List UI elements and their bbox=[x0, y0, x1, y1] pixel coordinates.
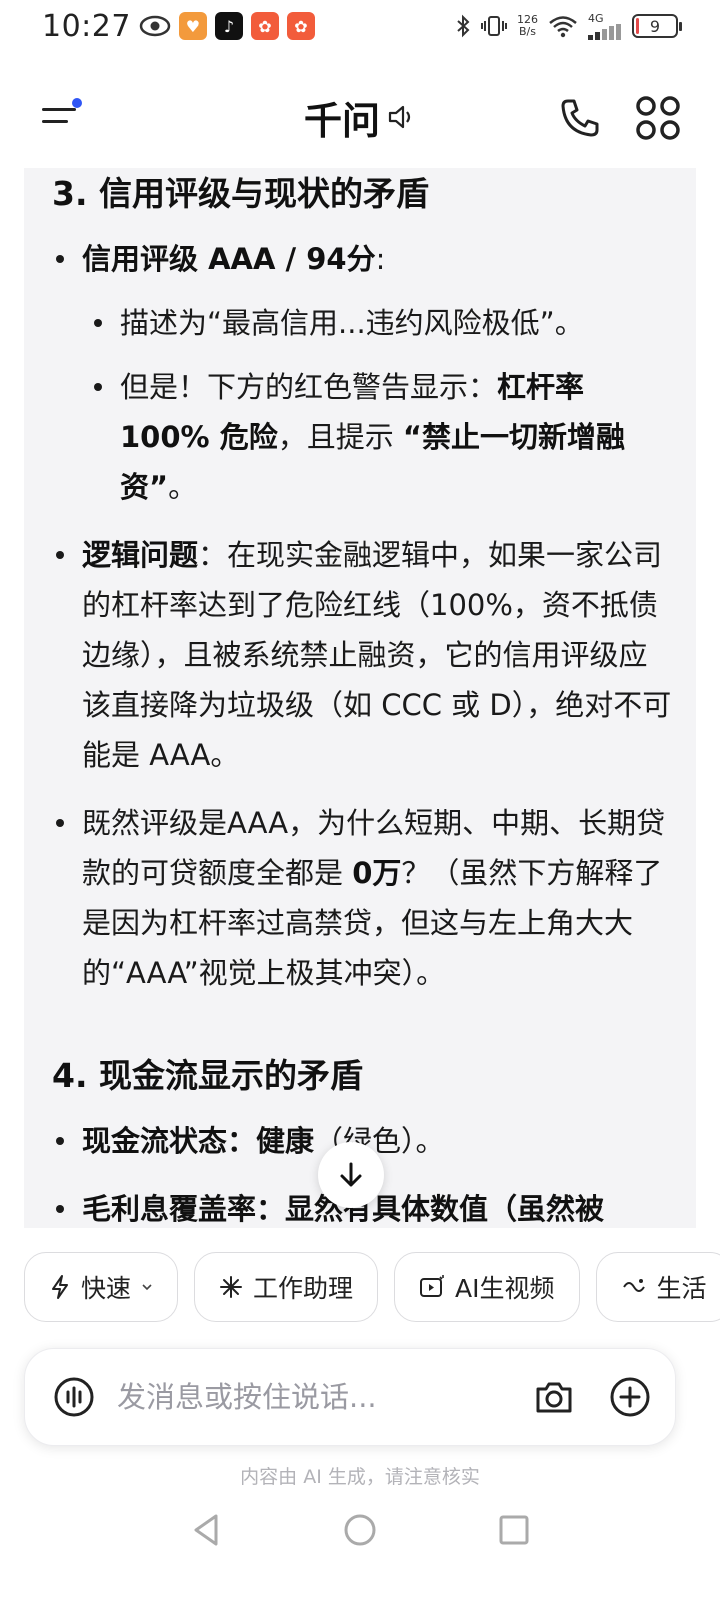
battery-level: 9 bbox=[649, 16, 661, 36]
sub-bullet-list: 描述为“最高信用...违约风险极低”。 但是！下方的红色警告显示：杠杆率 100… bbox=[90, 298, 674, 512]
menu-icon-line bbox=[42, 108, 76, 111]
bold-text: 0万 bbox=[352, 856, 402, 890]
title-wrap[interactable]: 千问 bbox=[304, 90, 416, 145]
chip-life[interactable]: 生活 bbox=[595, 1252, 720, 1322]
vibrate-icon bbox=[481, 16, 507, 36]
notification-dot bbox=[72, 98, 82, 108]
section-heading: 3. 信用评级与现状的矛盾 bbox=[52, 174, 429, 213]
status-left: 10:27 ♥ ♪ ✿ ✿ bbox=[42, 9, 315, 44]
heart-app-icon: ♥ bbox=[178, 12, 207, 40]
back-icon[interactable] bbox=[190, 1512, 222, 1548]
chip-ai-video[interactable]: AI生视频 bbox=[394, 1252, 580, 1322]
life-icon bbox=[622, 1279, 645, 1292]
tiktok-icon: ♪ bbox=[214, 12, 243, 40]
menu-icon-line bbox=[42, 120, 68, 123]
signal-icon bbox=[588, 23, 621, 40]
ai-response-card: 3. 信用评级与现状的矛盾 信用评级 AAA / 94分: 描述为“最高信用..… bbox=[24, 168, 696, 1228]
battery-fill bbox=[636, 18, 639, 34]
kuaishou-icon: ✿ bbox=[250, 12, 279, 40]
sparkle-icon bbox=[220, 1276, 243, 1298]
text: : bbox=[375, 242, 386, 276]
camera-icon[interactable] bbox=[533, 1376, 575, 1418]
chip-label: 快速 bbox=[81, 1274, 132, 1303]
arrow-down-icon bbox=[340, 1162, 362, 1187]
speaker-icon[interactable] bbox=[386, 102, 416, 132]
chip-label: 工作助理 bbox=[253, 1274, 354, 1303]
bold-text: 信用评级 AAA / 94分 bbox=[82, 242, 376, 276]
top-app-bar: 千问 bbox=[0, 70, 720, 170]
chevron-down-icon bbox=[142, 1284, 152, 1291]
phone-call-icon[interactable] bbox=[558, 96, 602, 140]
kuaishou-icon: ✿ bbox=[286, 12, 315, 40]
net-speed: 126 B/s bbox=[517, 14, 538, 38]
bullet-list: 信用评级 AAA / 94分: 描述为“最高信用...违约风险极低”。 但是！下… bbox=[52, 234, 674, 998]
recents-icon[interactable] bbox=[498, 1514, 530, 1546]
ai-disclaimer: 内容由 AI 生成，请注意核实 bbox=[240, 1466, 480, 1488]
bold-text: 逻辑问题 bbox=[82, 538, 199, 572]
network-type: 4G bbox=[588, 11, 604, 25]
sub-list-item: 描述为“最高信用...违约风险极低”。 bbox=[90, 298, 674, 348]
apps-grid-icon[interactable] bbox=[634, 94, 682, 142]
net-speed-unit: B/s bbox=[519, 25, 536, 38]
home-icon[interactable] bbox=[342, 1512, 378, 1548]
battery-indicator: 9 bbox=[632, 14, 682, 38]
status-bar: 10:27 ♥ ♪ ✿ ✿ 126 B/s 4G 9 bbox=[0, 0, 720, 52]
chip-work-assistant[interactable]: 工作助理 bbox=[194, 1252, 379, 1322]
chip-label: 生活 bbox=[656, 1274, 707, 1303]
clock: 10:27 bbox=[42, 8, 131, 44]
text: 但是！下方的红色警告显示： bbox=[120, 370, 498, 404]
message-input[interactable] bbox=[117, 1380, 533, 1414]
status-right: 126 B/s 4G 9 bbox=[455, 13, 682, 40]
voice-wave-icon[interactable] bbox=[53, 1376, 95, 1418]
text: 描述为“最高信用...违约风险极低”。 bbox=[120, 306, 584, 340]
response-body: 3. 信用评级与现状的矛盾 信用评级 AAA / 94分: 描述为“最高信用..… bbox=[24, 168, 696, 1228]
text: 。 bbox=[168, 470, 198, 504]
chip-label: AI生视频 bbox=[455, 1274, 555, 1303]
quick-action-chips: 快速 工作助理 AI生视频 生活 bbox=[24, 1252, 720, 1324]
sub-list-item: 但是！下方的红色警告显示：杠杆率 100% 危险，且提示 “禁止一切新增融资”。 bbox=[90, 362, 674, 512]
message-composer bbox=[24, 1348, 676, 1446]
list-item: 逻辑问题：在现实金融逻辑中，如果一家公司的杠杆率达到了危险红线（100%，资不抵… bbox=[52, 530, 674, 780]
bold-text: 现金流状态：健康 bbox=[82, 1124, 315, 1158]
bluetooth-icon bbox=[457, 14, 470, 38]
lightning-icon bbox=[52, 1275, 68, 1299]
list-item: 信用评级 AAA / 94分: 描述为“最高信用...违约风险极低”。 但是！下… bbox=[52, 234, 674, 512]
section-heading: 4. 现金流显示的矛盾 bbox=[52, 1056, 363, 1095]
system-nav-bar bbox=[0, 1500, 720, 1560]
menu-button[interactable] bbox=[40, 98, 84, 134]
eye-icon bbox=[139, 15, 171, 37]
add-icon[interactable] bbox=[609, 1376, 651, 1418]
signal: 4G bbox=[588, 13, 622, 40]
list-item: 既然评级是AAA，为什么短期、中期、长期贷款的可贷额度全都是 0万？（虽然下方解… bbox=[52, 798, 674, 998]
chip-quick-mode[interactable]: 快速 bbox=[24, 1252, 179, 1322]
scroll-to-bottom-button[interactable] bbox=[318, 1142, 384, 1208]
app-title: 千问 bbox=[303, 98, 380, 143]
text: ，且提示 bbox=[277, 420, 403, 454]
wifi-icon bbox=[549, 16, 577, 38]
text: ：在现实金融逻辑中，如果一家公司的杠杆率达到了危险红线（100%，资不抵债边缘）… bbox=[82, 538, 672, 772]
video-icon bbox=[420, 1275, 444, 1297]
